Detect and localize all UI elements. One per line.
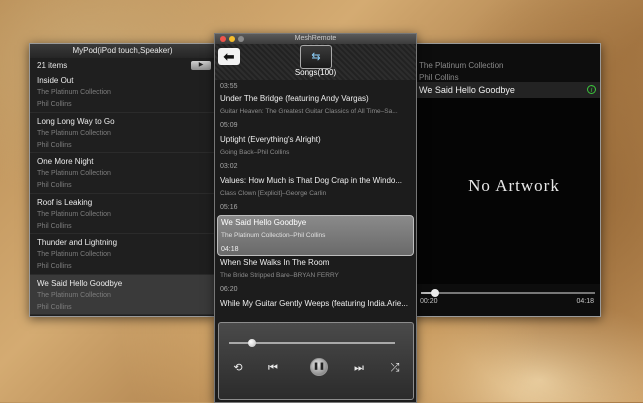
library-item[interactable]: Inside Out The Platinum Collection Phil Co… — [30, 72, 215, 113]
song-title: We Said Hello Goodbye — [221, 218, 307, 227]
library-item-album: The Platinum Collection — [37, 210, 111, 218]
library-item-artist: Phil Collins — [37, 141, 72, 149]
library-item-artist: Phil Collins — [37, 101, 72, 108]
library-window: MyPod(iPod touch,Speaker) 21 items ▶ Ins… — [29, 43, 216, 317]
library-item[interactable]: One More Night The Platinum Collection Phi… — [30, 153, 215, 194]
library-item-artist: Phil Collins — [37, 263, 72, 270]
close-window-button[interactable] — [220, 36, 226, 42]
library-item-title: Inside Out — [37, 76, 74, 85]
library-item-album: The Platinum Collection — [37, 129, 111, 137]
library-item-album: The Platinum Collection — [37, 170, 111, 177]
library-item-album: The Platinum Collection — [37, 291, 111, 299]
songs-list: 03:55 Under The Bridge (featuring Andy V… — [215, 82, 416, 322]
song-title: Under The Bridge (featuring Andy Vargas) — [220, 94, 369, 103]
song-title: When She Walks In The Room — [220, 258, 330, 267]
now-playing-title: We Said Hello Goodbye — [419, 85, 515, 95]
library-item-title: Roof is Leaking — [37, 197, 93, 207]
library-item-album: The Platinum Collection — [37, 89, 111, 96]
window-titlebar: MeshRemote — [215, 34, 416, 44]
total-time: 04:18 — [576, 298, 594, 305]
minimize-window-button[interactable] — [229, 36, 235, 42]
now-playing-album: The Platinum Collection — [419, 61, 504, 70]
now-playing-meta: The Platinum Collection Phil Collins — [411, 44, 600, 84]
songs-container: Under The Bridge (featuring Andy Vargas)… — [215, 92, 416, 322]
meshremote-logo-icon: ⇆ — [300, 45, 332, 69]
repeat-icon[interactable]: ⟲ — [229, 361, 247, 375]
pause-icon[interactable]: ❚❚ — [310, 358, 328, 376]
library-item[interactable]: Roof is Leaking The Platinum Collection Ph… — [30, 194, 215, 234]
song-duration: 03:55 — [220, 83, 238, 90]
song-duration: 03:02 — [220, 163, 238, 170]
library-item-title: One More Night — [37, 157, 94, 166]
songs-title: Songs(100) — [294, 68, 337, 77]
song-subtitle: The Platinum Collection–Phil Collins — [221, 232, 326, 239]
song-subtitle: Going Back–Phil Collins — [220, 149, 290, 156]
library-item-album: The Platinum Collection — [37, 251, 111, 258]
song-subtitle: Class Clown [Explicit]–George Carlin — [220, 190, 327, 197]
library-item-artist: Phil Collins — [37, 303, 72, 311]
song-duration: 06:20 — [220, 286, 238, 293]
song-title: Uptight (Everything's Alright) — [220, 135, 321, 144]
player-controls: ⟲ ⏮ ❚❚ ⏭ ⤮ — [218, 322, 414, 400]
song-row[interactable]: While My Guitar Gently Weeps (featuring … — [215, 297, 416, 322]
library-item-title: We Said Hello Goodbye — [37, 278, 123, 288]
library-item-title: Long Long Way to Go — [37, 116, 115, 126]
song-row[interactable]: When She Walks In The Room The Bride Stri… — [215, 256, 416, 297]
back-arrow-icon[interactable]: ⬅ — [218, 48, 240, 65]
window-title: MeshRemote — [294, 35, 337, 42]
song-row[interactable]: Values: How Much is That Dog Crap in the… — [215, 174, 416, 215]
nav-bar: ⬅ ⇆ Songs(100) — [215, 44, 416, 80]
now-playing-window: The Platinum Collection Phil Collins We … — [410, 43, 601, 317]
song-title: While My Guitar Gently Weeps (featuring … — [220, 299, 408, 308]
library-item-title: Thunder and Lightning — [37, 238, 118, 247]
now-playing-title-bar: We Said Hello Goodbye i — [411, 82, 600, 98]
song-subtitle — [220, 310, 411, 322]
item-count: 21 items — [37, 61, 68, 70]
now-playing-progress[interactable] — [421, 289, 595, 297]
library-item[interactable]: We Said Hello Goodbye The Platinum Collec… — [30, 274, 215, 315]
song-row[interactable]: Uptight (Everything's Alright) Going Back… — [215, 133, 416, 174]
song-title: Values: How Much is That Dog Crap in the… — [220, 176, 403, 185]
elapsed-time: 00:20 — [420, 298, 438, 305]
zoom-window-button[interactable] — [238, 36, 244, 42]
meshremote-window: MeshRemote ⬅ ⇆ Songs(100) 03:55 Under Th… — [214, 33, 417, 403]
player-progress-knob[interactable] — [248, 339, 257, 347]
now-playing-progress-knob[interactable] — [430, 289, 439, 297]
song-subtitle: Guitar Heaven: The Greatest Guitar Class… — [220, 108, 398, 115]
library-item-artist: Phil Collins — [37, 222, 72, 230]
device-title: MyPod(iPod touch,Speaker) — [30, 44, 215, 58]
song-row[interactable]: We Said Hello Goodbye The Platinum Collec… — [217, 215, 414, 256]
song-duration: 04:18 — [221, 246, 239, 253]
next-track-icon[interactable]: ⏭ — [350, 361, 368, 375]
shuffle-icon[interactable]: ⤮ — [386, 361, 404, 375]
library-item-artist: Phil Collins — [37, 182, 72, 189]
play-button[interactable]: ▶ — [191, 61, 211, 70]
no-artwork-label: No Artwork — [468, 176, 560, 195]
info-icon[interactable]: i — [587, 85, 596, 94]
player-progress[interactable] — [229, 339, 395, 347]
song-subtitle: The Bride Stripped Bare–BRYAN FERRY — [220, 272, 339, 279]
song-duration: 05:16 — [220, 204, 238, 211]
song-row[interactable]: Under The Bridge (featuring Andy Vargas)… — [215, 92, 416, 133]
count-row: 21 items ▶ — [30, 58, 215, 72]
library-list: Inside Out The Platinum Collection Phil Co… — [30, 72, 215, 315]
song-duration: 05:09 — [220, 122, 238, 129]
library-item[interactable]: Long Long Way to Go The Platinum Collecti… — [30, 113, 215, 153]
previous-track-icon[interactable]: ⏮ — [264, 361, 282, 375]
library-item[interactable]: Thunder and Lightning The Platinum Collec… — [30, 234, 215, 275]
